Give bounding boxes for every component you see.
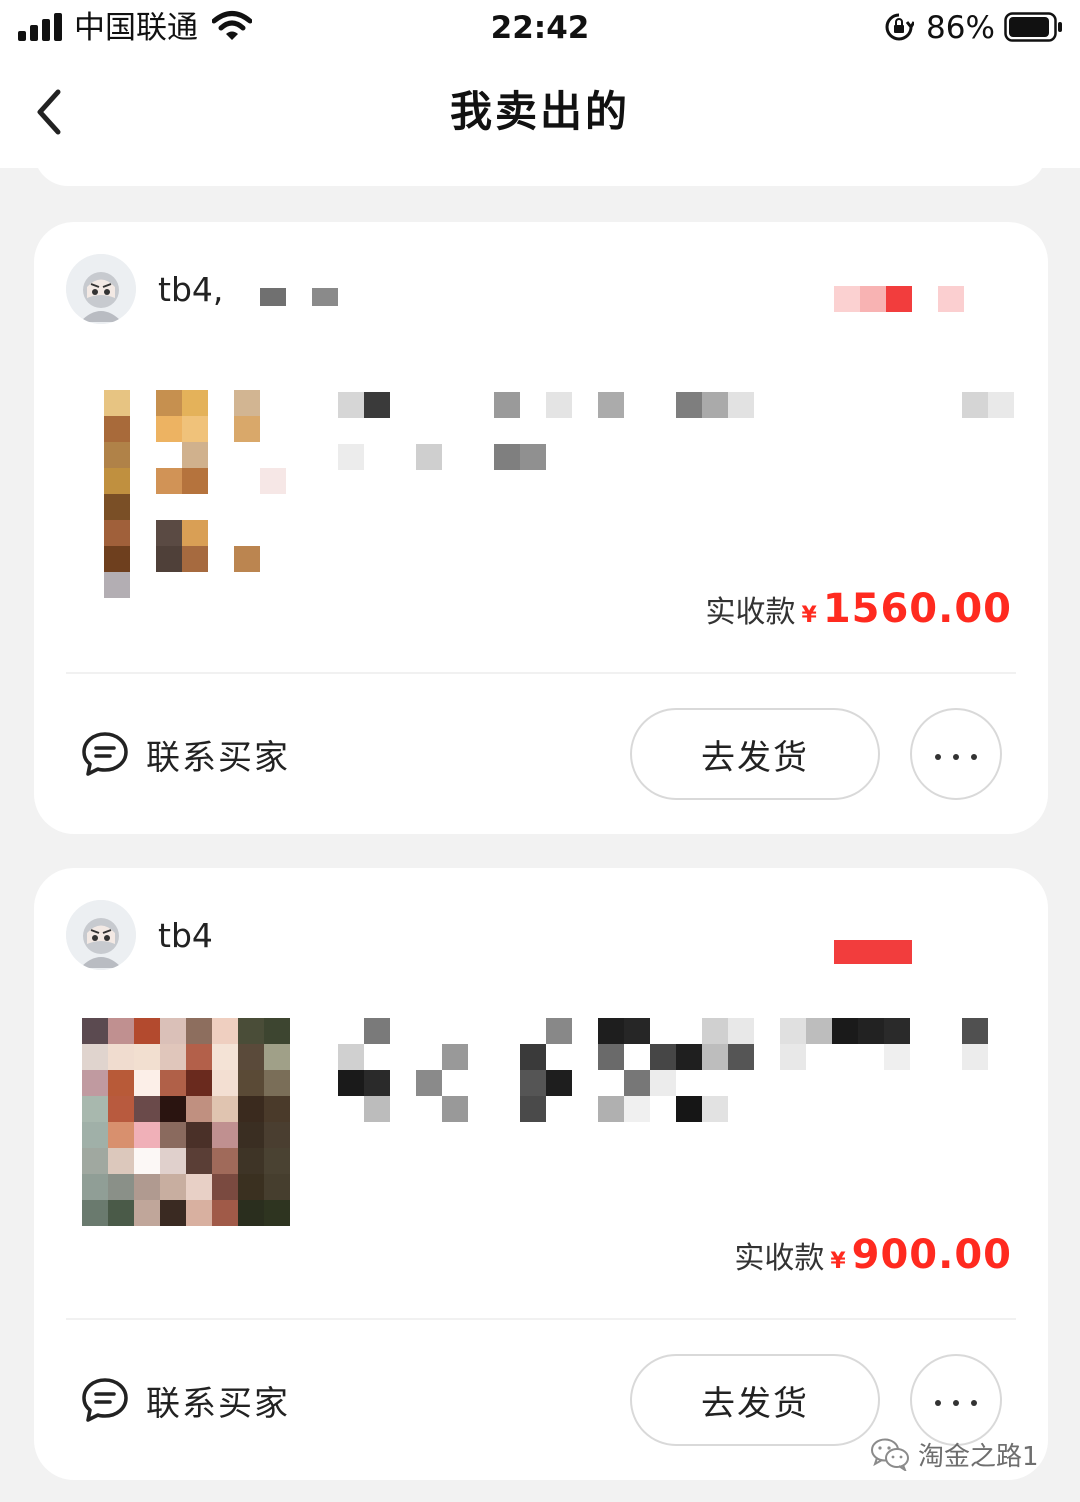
redacted-status (886, 286, 912, 312)
orientation-lock-icon (885, 13, 914, 41)
contact-buyer-label: 联系买家 (146, 1383, 290, 1424)
order-card[interactable]: tb4 实收款 ¥ 900.00 联系买家 去发货 (34, 868, 1048, 1480)
price-label: 实收款 (734, 1241, 825, 1276)
redacted-name (260, 288, 286, 306)
product-title[interactable] (338, 1018, 1028, 1146)
clock: 22:42 (490, 10, 590, 46)
page-title: 我卖出的 (449, 87, 630, 136)
currency-symbol: ¥ (801, 603, 817, 628)
buyer-avatar-icon (66, 254, 136, 324)
product-image[interactable] (82, 1018, 290, 1244)
currency-symbol: ¥ (830, 1249, 846, 1274)
chat-bubble-icon (82, 1378, 128, 1422)
buyer-name: tb4, (158, 270, 224, 309)
more-button[interactable] (910, 708, 1002, 800)
received-amount: 实收款 ¥ 900.00 (734, 1232, 1012, 1278)
more-dots-icon (929, 1391, 983, 1410)
buyer-name: tb4 (158, 916, 213, 955)
contact-buyer-button[interactable]: 联系买家 (80, 1370, 290, 1430)
watermark: 淘金之路1 (870, 1434, 1039, 1474)
price-label: 实收款 (705, 595, 796, 630)
divider (66, 672, 1016, 674)
price-value: 900.00 (851, 1232, 1012, 1278)
ship-button[interactable]: 去发货 (630, 1354, 880, 1446)
ship-button[interactable]: 去发货 (630, 708, 880, 800)
battery-icon (1004, 12, 1062, 42)
redacted-status (834, 940, 912, 964)
redacted-status (834, 286, 860, 312)
redacted-status (860, 286, 886, 312)
previous-order-card (34, 150, 1046, 186)
redacted-name (312, 288, 338, 306)
chat-bubble-icon (82, 732, 128, 776)
redacted-status (938, 286, 964, 312)
status-bar: 中国联通 22:42 86% (0, 0, 1080, 56)
product-image[interactable] (82, 390, 290, 598)
avatar[interactable] (66, 900, 136, 970)
battery-percent: 86% (926, 10, 995, 46)
product-title[interactable] (338, 390, 1028, 500)
page: 中国联通 22:42 86% 我卖出的 tb4, 实收款 ¥ 1560.00 联… (0, 0, 1080, 1502)
wechat-icon (871, 1438, 909, 1471)
price-value: 1560.00 (822, 586, 1012, 632)
contact-buyer-button[interactable]: 联系买家 (80, 724, 290, 784)
order-card[interactable]: tb4, 实收款 ¥ 1560.00 联系买家 去发货 (34, 222, 1048, 834)
more-dots-icon (929, 745, 983, 764)
contact-buyer-label: 联系买家 (146, 737, 290, 778)
more-button[interactable] (910, 1354, 1002, 1446)
divider (66, 1318, 1016, 1320)
buyer-avatar-icon (66, 900, 136, 970)
avatar[interactable] (66, 254, 136, 324)
watermark-text: 淘金之路1 (918, 1441, 1039, 1472)
received-amount: 实收款 ¥ 1560.00 (706, 586, 1013, 632)
